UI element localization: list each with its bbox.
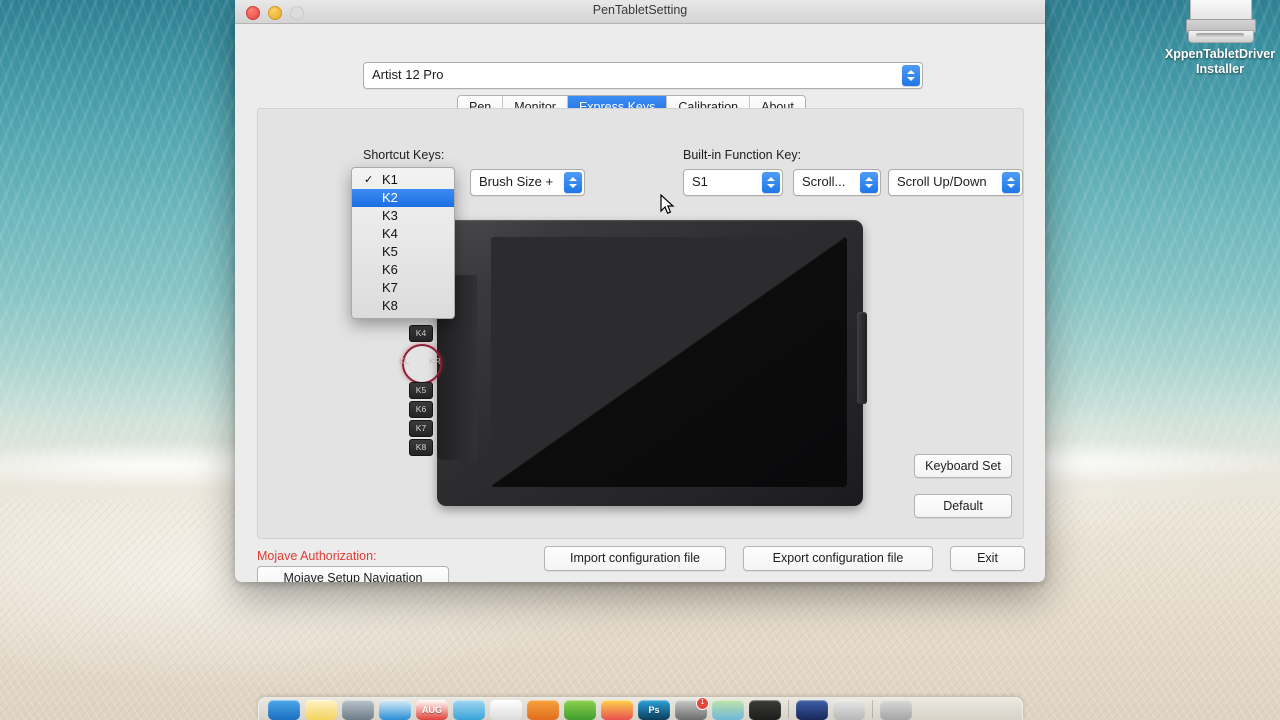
menu-item-label: K5 bbox=[382, 244, 398, 259]
builtin-key-select-value: S1 bbox=[692, 174, 708, 189]
tablet-ring-label-kr: KR bbox=[429, 356, 441, 366]
window-body: Artist 12 Pro Pen Monitor Express Keys C… bbox=[235, 24, 1045, 582]
builtin-mode-select-value: Scroll... bbox=[802, 174, 846, 189]
dock-maps-icon[interactable] bbox=[712, 700, 744, 720]
version-label: Ver: 2.1.3 (2019-08-03) bbox=[894, 581, 1023, 582]
shortcut-action-select[interactable]: Brush Size + bbox=[470, 169, 585, 196]
menu-item-label: K6 bbox=[382, 262, 398, 277]
builtin-function-key-label: Built-in Function Key: bbox=[683, 148, 802, 162]
disk-drive-icon bbox=[1186, 0, 1256, 44]
dock-system-preferences-icon[interactable]: 1 bbox=[675, 697, 709, 720]
tablet-key-k7: K7 bbox=[409, 420, 433, 437]
menu-item-k3[interactable]: K3 bbox=[352, 207, 454, 225]
dock-trash-icon[interactable] bbox=[880, 700, 912, 720]
exit-button[interactable]: Exit bbox=[950, 546, 1025, 571]
dock-news-icon[interactable] bbox=[527, 700, 559, 720]
device-select-row: Artist 12 Pro bbox=[363, 62, 923, 89]
dock-finder-icon[interactable] bbox=[268, 700, 300, 720]
dock-photoshop-icon[interactable]: Ps bbox=[638, 700, 670, 720]
mojave-authorization-label: Mojave Authorization: bbox=[257, 549, 377, 563]
dock-icon-label: AUG bbox=[422, 705, 442, 715]
pentablet-setting-window: PenTabletSetting Artist 12 Pro Pen Monit… bbox=[235, 0, 1045, 582]
dock: AUG Ps 1 bbox=[258, 697, 1023, 720]
dock-safari-icon[interactable] bbox=[379, 700, 411, 720]
mouse-cursor-icon bbox=[660, 194, 675, 214]
dock-notes-icon[interactable] bbox=[305, 700, 337, 720]
dock-badge: 1 bbox=[696, 697, 709, 710]
menu-item-label: K8 bbox=[382, 298, 398, 313]
dock-windmill-icon[interactable] bbox=[833, 700, 865, 720]
dock-numbers-icon[interactable] bbox=[564, 700, 596, 720]
import-configuration-button[interactable]: Import configuration file bbox=[544, 546, 726, 571]
device-select-value: Artist 12 Pro bbox=[372, 67, 444, 82]
tablet-screen bbox=[491, 237, 847, 487]
dock-opera-icon[interactable] bbox=[796, 700, 828, 720]
menu-item-label: K1 bbox=[382, 172, 398, 187]
menu-item-label: K3 bbox=[382, 208, 398, 223]
tablet-side-button bbox=[857, 312, 867, 404]
chevron-updown-icon[interactable] bbox=[762, 172, 780, 193]
tablet-illustration: K4 KL KR K5 K6 K7 K8 bbox=[399, 220, 867, 506]
shortcut-action-select-value: Brush Size + bbox=[479, 174, 554, 189]
dock-illustrator-dark-icon[interactable] bbox=[749, 700, 781, 720]
tablet-key-k4: K4 bbox=[409, 325, 433, 342]
dock-photos-icon[interactable] bbox=[601, 700, 633, 720]
menu-item-label: K2 bbox=[382, 190, 398, 205]
dock-launchpad-icon[interactable] bbox=[342, 700, 374, 720]
keyboard-set-button[interactable]: Keyboard Set bbox=[914, 454, 1012, 478]
dock-keynote-icon[interactable] bbox=[453, 700, 485, 720]
menu-item-k2[interactable]: K2 bbox=[352, 189, 454, 207]
window-title: PenTabletSetting bbox=[592, 3, 688, 17]
export-configuration-button[interactable]: Export configuration file bbox=[743, 546, 933, 571]
desktop-icon-xppen-installer[interactable]: XppenTabletDriver Installer bbox=[1158, 0, 1280, 77]
menu-item-k8[interactable]: K8 bbox=[352, 297, 454, 315]
dock-separator bbox=[788, 700, 789, 718]
dock-calendar-icon[interactable]: AUG bbox=[416, 700, 448, 720]
chevron-updown-icon[interactable] bbox=[1002, 172, 1020, 193]
dock-reminders-icon[interactable] bbox=[490, 700, 522, 720]
menu-item-k4[interactable]: K4 bbox=[352, 225, 454, 243]
tablet-key-k6: K6 bbox=[409, 401, 433, 418]
default-button[interactable]: Default bbox=[914, 494, 1012, 518]
menu-item-label: K7 bbox=[382, 280, 398, 295]
shortcut-keys-label: Shortcut Keys: bbox=[363, 148, 445, 162]
tablet-key-k5: K5 bbox=[409, 382, 433, 399]
tablet-key-k8: K8 bbox=[409, 439, 433, 456]
check-icon: ✓ bbox=[364, 174, 374, 186]
menu-item-k1[interactable]: ✓ K1 bbox=[352, 171, 454, 189]
menu-item-label: K4 bbox=[382, 226, 398, 241]
builtin-direction-select-value: Scroll Up/Down bbox=[897, 174, 987, 189]
chevron-updown-icon[interactable] bbox=[902, 65, 920, 86]
desktop-icon-label: XppenTabletDriver Installer bbox=[1164, 47, 1276, 76]
shortcut-key-dropdown-menu[interactable]: ✓ K1 K2 K3 K4 K5 K6 K7 K8 bbox=[351, 167, 455, 319]
builtin-key-select[interactable]: S1 bbox=[683, 169, 783, 196]
menu-item-k7[interactable]: K7 bbox=[352, 279, 454, 297]
menu-item-k6[interactable]: K6 bbox=[352, 261, 454, 279]
dock-separator bbox=[872, 700, 873, 718]
device-select[interactable]: Artist 12 Pro bbox=[363, 62, 923, 89]
chevron-updown-icon[interactable] bbox=[860, 172, 878, 193]
window-titlebar[interactable]: PenTabletSetting bbox=[235, 0, 1045, 24]
mojave-setup-navigation-button[interactable]: Mojave Setup Navigation bbox=[257, 566, 449, 582]
dock-icon-label: Ps bbox=[648, 705, 660, 715]
tablet-ring-label-kl: KL bbox=[399, 356, 410, 366]
builtin-mode-select[interactable]: Scroll... bbox=[793, 169, 881, 196]
chevron-updown-icon[interactable] bbox=[564, 172, 582, 193]
builtin-direction-select[interactable]: Scroll Up/Down bbox=[888, 169, 1023, 196]
menu-item-k5[interactable]: K5 bbox=[352, 243, 454, 261]
